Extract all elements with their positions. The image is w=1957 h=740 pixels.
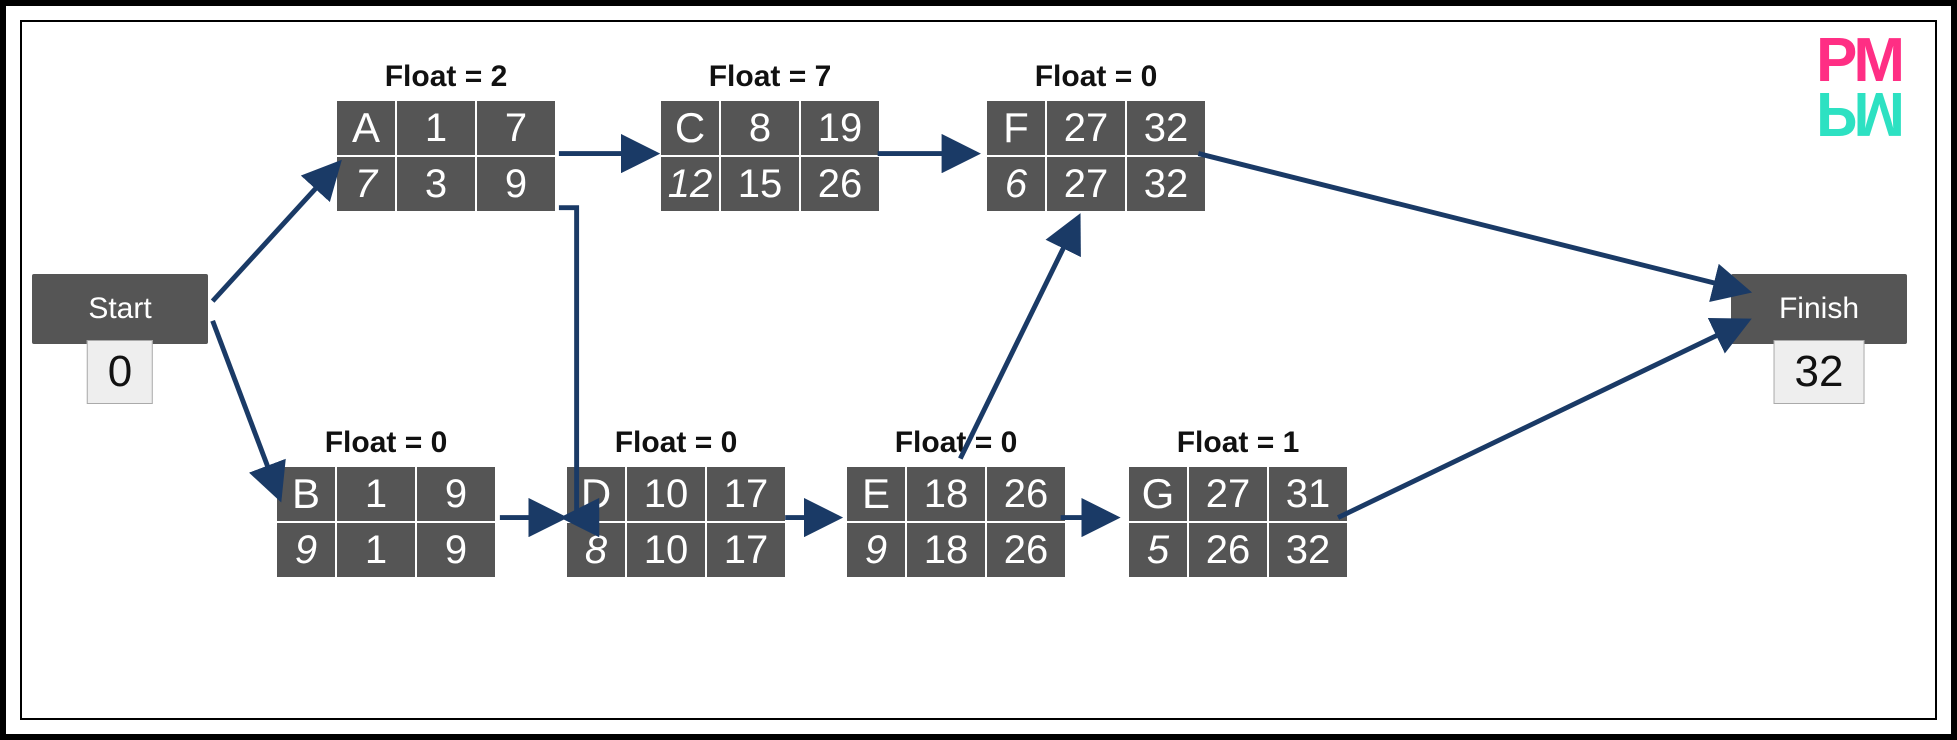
node-C-id: C [660,100,720,156]
node-B: Float = 0 B 1 9 9 1 9 [276,426,496,578]
node-D-id: D [566,466,626,522]
node-G-es: 27 [1188,466,1268,522]
node-D-ef: 17 [706,466,786,522]
node-A-ef: 7 [476,100,556,156]
node-D-ls: 10 [626,522,706,578]
node-G-lf: 32 [1268,522,1348,578]
node-B-id: B [276,466,336,522]
logo-p2: P [1816,79,1853,148]
node-A-float: Float = 2 [336,60,556,94]
node-B-es: 1 [336,466,416,522]
node-F-lf: 32 [1126,156,1206,212]
node-A-ls: 3 [396,156,476,212]
node-F-ls: 27 [1046,156,1126,212]
node-C-dur: 12 [660,156,720,212]
node-G-float: Float = 1 [1128,426,1348,460]
node-E-dur: 9 [846,522,906,578]
node-E-ls: 18 [906,522,986,578]
node-F-ef: 32 [1126,100,1206,156]
node-B-float: Float = 0 [276,426,496,460]
node-F-float: Float = 0 [986,60,1206,94]
node-E-ef: 26 [986,466,1066,522]
node-A-dur: 7 [336,156,396,212]
node-C-ef: 19 [800,100,880,156]
node-E-es: 18 [906,466,986,522]
node-G-ef: 31 [1268,466,1348,522]
node-B-ls: 1 [336,522,416,578]
node-A-lf: 9 [476,156,556,212]
node-D-lf: 17 [706,522,786,578]
node-F: Float = 0 F 27 32 6 27 32 [986,60,1206,212]
node-D-dur: 8 [566,522,626,578]
diagram-frame: PM PM Start 0 Finish 32 Float = 2 A 1 7 … [0,0,1957,740]
node-G-id: G [1128,466,1188,522]
node-D-float: Float = 0 [566,426,786,460]
node-B-dur: 9 [276,522,336,578]
finish-value: 32 [1774,340,1865,404]
node-E-id: E [846,466,906,522]
logo-m2: M [1853,79,1901,148]
start-node: Start 0 [32,274,208,344]
diagram-inner-border [20,20,1937,720]
start-value: 0 [87,340,153,404]
start-label: Start [88,292,151,325]
finish-node: Finish 32 [1731,274,1907,344]
node-C-float: Float = 7 [660,60,880,94]
node-F-id: F [986,100,1046,156]
node-D: Float = 0 D 10 17 8 10 17 [566,426,786,578]
node-C-es: 8 [720,100,800,156]
node-E-float: Float = 0 [846,426,1066,460]
node-B-ef: 9 [416,466,496,522]
node-G: Float = 1 G 27 31 5 26 32 [1128,426,1348,578]
node-F-dur: 6 [986,156,1046,212]
node-A-id: A [336,100,396,156]
node-C-ls: 15 [720,156,800,212]
node-C: Float = 7 C 8 19 12 15 26 [660,60,880,212]
pm-logo: PM PM [1816,36,1901,138]
node-E-lf: 26 [986,522,1066,578]
node-F-es: 27 [1046,100,1126,156]
node-A-es: 1 [396,100,476,156]
node-D-es: 10 [626,466,706,522]
node-A: Float = 2 A 1 7 7 3 9 [336,60,556,212]
node-C-lf: 26 [800,156,880,212]
node-G-ls: 26 [1188,522,1268,578]
node-G-dur: 5 [1128,522,1188,578]
node-B-lf: 9 [416,522,496,578]
node-E: Float = 0 E 18 26 9 18 26 [846,426,1066,578]
finish-label: Finish [1779,292,1859,325]
